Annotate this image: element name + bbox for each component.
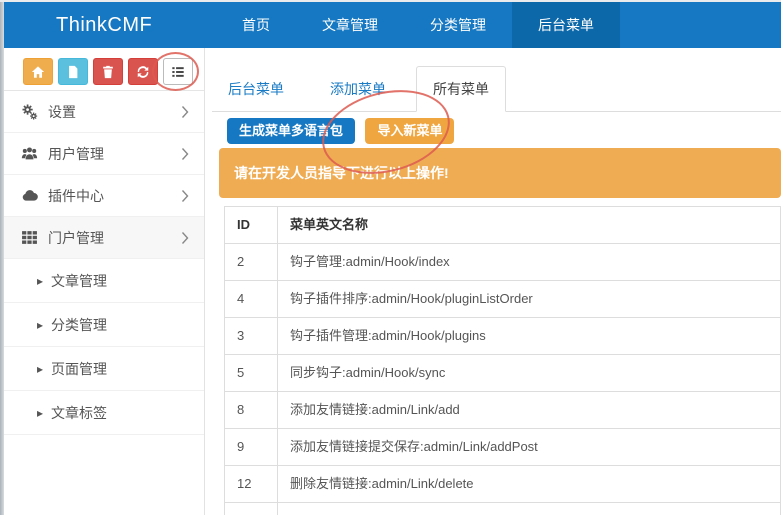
cell-id: 2 (225, 244, 278, 281)
cell-name: 添加友情链接:admin/Link/add (278, 392, 781, 429)
quick-buttons-row (4, 48, 204, 91)
top-navigation: 首页 文章管理 分类管理 后台菜单 (216, 2, 620, 48)
recycle-button[interactable] (128, 58, 158, 85)
sidebar-item-label: 门户管理 (48, 228, 181, 248)
file-icon (66, 65, 80, 79)
tab-backend-menu[interactable]: 后台菜单 (212, 68, 300, 111)
triangle-right-icon: ▸ (37, 362, 43, 376)
cell-name: 添加友情链接提交保存:admin/Link/addPost (278, 429, 781, 466)
cell-id: 9 (225, 429, 278, 466)
chevron-right-icon (181, 231, 189, 245)
nav-item-backend-menu[interactable]: 后台菜单 (512, 2, 620, 48)
cell-id: 5 (225, 355, 278, 392)
sidebar-subitem-tags[interactable]: ▸ 文章标签 (4, 391, 204, 435)
sidebar-item-plugins[interactable]: 插件中心 (4, 175, 204, 217)
sidebar: 设置 用户管理 插件中心 (4, 48, 205, 515)
warning-banner: 请在开发人员指导下进行以上操作! (219, 148, 781, 198)
table-header-row: ID 菜单英文名称 (225, 207, 781, 244)
action-buttons-row: 生成菜单多语言包 导入新菜单 (227, 118, 781, 144)
list-icon (171, 65, 185, 79)
import-menu-button[interactable]: 导入新菜单 (365, 118, 454, 144)
cell-id: 4 (225, 281, 278, 318)
list-button[interactable] (163, 58, 193, 85)
triangle-right-icon: ▸ (37, 406, 43, 420)
sidebar-item-settings[interactable]: 设置 (4, 91, 204, 133)
sidebar-subitem-label: 文章管理 (51, 271, 107, 291)
tabbar: 后台菜单 添加菜单 所有菜单 (212, 48, 781, 112)
file-button[interactable] (58, 58, 88, 85)
sidebar-item-label: 用户管理 (48, 144, 181, 164)
sidebar-subitem-label: 分类管理 (51, 315, 107, 335)
sidebar-subitem-label: 文章标签 (51, 403, 107, 423)
cell-name: 钩子插件排序:admin/Hook/pluginListOrder (278, 281, 781, 318)
chevron-right-icon (181, 189, 189, 203)
column-header-id: ID (225, 207, 278, 244)
sidebar-subitem-articles[interactable]: ▸ 文章管理 (4, 259, 204, 303)
table-row: 12 删除友情链接:admin/Link/delete (225, 466, 781, 503)
sidebar-subitem-pages[interactable]: ▸ 页面管理 (4, 347, 204, 391)
cell-id: 3 (225, 318, 278, 355)
cloud-icon (21, 187, 48, 204)
triangle-right-icon: ▸ (37, 274, 43, 288)
generate-lang-pack-button[interactable]: 生成菜单多语言包 (227, 118, 355, 144)
cell-name: 钩子管理:admin/Hook/index (278, 244, 781, 281)
table-row: 3 钩子插件管理:admin/Hook/plugins (225, 318, 781, 355)
chevron-right-icon (181, 147, 189, 161)
sidebar-item-portal[interactable]: 门户管理 (4, 217, 204, 259)
topbar: ThinkCMF 首页 文章管理 分类管理 后台菜单 (4, 2, 781, 48)
chevron-right-icon (181, 105, 189, 119)
cell-name: 钩子插件管理:admin/Hook/plugins (278, 318, 781, 355)
home-button[interactable] (23, 58, 53, 85)
logo[interactable]: ThinkCMF (4, 2, 216, 48)
cell-id: 12 (225, 466, 278, 503)
users-icon (21, 145, 48, 162)
menu-table: ID 菜单英文名称 2 钩子管理:admin/Hook/index 4 钩子插件… (224, 206, 781, 515)
recycle-icon (136, 65, 150, 79)
main-content: 后台菜单 添加菜单 所有菜单 生成菜单多语言包 导入新菜单 请在开发人员指导下进… (212, 48, 781, 515)
tab-add-menu[interactable]: 添加菜单 (314, 68, 402, 111)
table-row: 9 添加友情链接提交保存:admin/Link/addPost (225, 429, 781, 466)
column-header-name: 菜单英文名称 (278, 207, 781, 244)
table-row: 2 钩子管理:admin/Hook/index (225, 244, 781, 281)
sidebar-item-label: 设置 (48, 102, 181, 122)
table-row: 5 同步钩子:admin/Hook/sync (225, 355, 781, 392)
sidebar-item-label: 插件中心 (48, 186, 181, 206)
grid-icon (21, 229, 48, 246)
sidebar-subitem-label: 页面管理 (51, 359, 107, 379)
sidebar-item-users[interactable]: 用户管理 (4, 133, 204, 175)
table-row: 4 钩子插件排序:admin/Hook/pluginListOrder (225, 281, 781, 318)
triangle-right-icon: ▸ (37, 318, 43, 332)
cell-name: 删除友情链接:admin/Link/delete (278, 466, 781, 503)
nav-item-articles[interactable]: 文章管理 (296, 2, 404, 48)
home-icon (31, 65, 45, 79)
table-row-partial (225, 503, 781, 515)
table-row: 8 添加友情链接:admin/Link/add (225, 392, 781, 429)
trash-icon (101, 65, 115, 79)
cell-id: 8 (225, 392, 278, 429)
sidebar-subitem-categories[interactable]: ▸ 分类管理 (4, 303, 204, 347)
tab-all-menus[interactable]: 所有菜单 (416, 66, 506, 112)
nav-item-home[interactable]: 首页 (216, 2, 296, 48)
nav-item-categories[interactable]: 分类管理 (404, 2, 512, 48)
cell-name: 同步钩子:admin/Hook/sync (278, 355, 781, 392)
trash-button[interactable] (93, 58, 123, 85)
gears-icon (21, 103, 48, 120)
